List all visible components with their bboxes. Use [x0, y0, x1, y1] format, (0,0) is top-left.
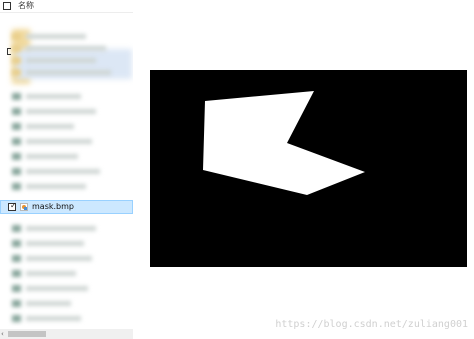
list-item[interactable] — [10, 45, 120, 52]
mask-image — [203, 91, 365, 195]
list-item[interactable] — [10, 240, 120, 247]
list-item[interactable] — [10, 138, 120, 145]
list-item[interactable] — [10, 69, 120, 76]
checkmark-icon: ✓ — [10, 201, 17, 210]
scrollbar-thumb[interactable] — [8, 331, 46, 337]
column-header-row[interactable]: 名称 — [0, 0, 133, 13]
expand-bracket-icon — [7, 48, 11, 55]
file-explorer-pane: 名称 ✓ mask.bmp ‹ — [0, 0, 133, 339]
list-item[interactable] — [10, 285, 120, 292]
select-all-checkbox[interactable] — [3, 2, 11, 10]
list-item[interactable] — [10, 315, 120, 322]
list-item[interactable] — [10, 270, 120, 277]
list-item[interactable] — [10, 183, 120, 190]
blurred-file-list — [0, 13, 133, 326]
scroll-left-icon[interactable]: ‹ — [1, 330, 4, 338]
list-item[interactable] — [10, 33, 120, 40]
selected-file-row[interactable]: ✓ mask.bmp — [0, 200, 133, 214]
mask-image-preview — [150, 70, 467, 267]
file-name-label: mask.bmp — [32, 202, 74, 211]
name-column-header[interactable]: 名称 — [18, 0, 34, 12]
list-item[interactable] — [10, 300, 120, 307]
list-item[interactable] — [10, 57, 120, 64]
bmp-image-icon — [20, 203, 28, 211]
list-item[interactable] — [10, 153, 120, 160]
list-item[interactable] — [10, 93, 120, 100]
list-item[interactable] — [10, 108, 120, 115]
horizontal-scrollbar[interactable]: ‹ — [0, 329, 133, 339]
list-item[interactable] — [10, 255, 120, 262]
list-item[interactable] — [10, 168, 120, 175]
watermark-url: https://blog.csdn.net/zuliang001 — [275, 319, 468, 330]
white-mask-polygon — [203, 91, 365, 195]
list-item[interactable] — [10, 225, 120, 232]
list-item[interactable] — [10, 123, 120, 130]
file-checkbox[interactable]: ✓ — [8, 201, 17, 211]
